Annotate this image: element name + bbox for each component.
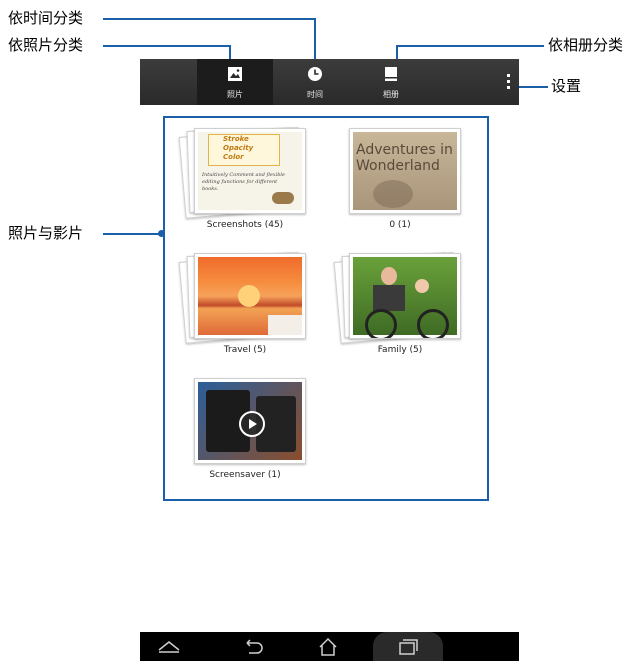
notes-line: Color bbox=[223, 153, 244, 161]
album-cover: Adventures in Wonderland bbox=[349, 128, 461, 214]
tab-photos[interactable]: 照片 bbox=[197, 59, 273, 105]
annotation-by-time: 依时间分类 bbox=[8, 9, 84, 27]
overflow-dot bbox=[507, 80, 510, 83]
photo-icon bbox=[227, 66, 243, 86]
bike-wheel bbox=[417, 309, 449, 338]
play-button-icon bbox=[239, 411, 265, 437]
chevron-up-icon bbox=[155, 638, 183, 658]
sun-shape bbox=[238, 285, 260, 307]
back-icon bbox=[241, 638, 265, 660]
album-caption: Screenshots (45) bbox=[206, 220, 284, 230]
sunset-thumbnail bbox=[198, 257, 302, 335]
overflow-dot bbox=[507, 74, 510, 77]
album-caption: Screensaver (1) bbox=[209, 470, 281, 480]
recents-icon bbox=[397, 638, 419, 660]
annotation-settings: 设置 bbox=[551, 77, 582, 95]
annotation-photos-videos: 照片与影片 bbox=[8, 224, 84, 242]
recents-button[interactable] bbox=[373, 632, 443, 661]
leader-line-photo bbox=[103, 45, 231, 47]
tab-photos-label: 照片 bbox=[227, 90, 243, 99]
tab-albums[interactable]: 相册 bbox=[353, 59, 429, 105]
album-cover bbox=[194, 253, 306, 339]
person-body bbox=[373, 285, 405, 311]
home-button[interactable] bbox=[305, 632, 351, 661]
album-thumbnail-stack: Adventures in Wonderland bbox=[335, 126, 465, 218]
notes-panel: Stroke Opacity Color bbox=[208, 134, 280, 166]
notes-thumbnail: Stroke Opacity Color Intuitively Comment… bbox=[198, 132, 302, 210]
album-caption: 0 (1) bbox=[389, 220, 411, 230]
overflow-menu-button[interactable] bbox=[498, 59, 519, 105]
leader-line-photos-videos bbox=[103, 233, 163, 235]
tab-time[interactable]: 时间 bbox=[277, 59, 353, 105]
child-head bbox=[415, 279, 429, 293]
person-head bbox=[381, 267, 397, 285]
leader-line-time bbox=[103, 18, 315, 20]
annotation-by-album: 依相册分类 bbox=[548, 36, 624, 54]
bike-wheel bbox=[365, 309, 397, 338]
tab-albums-label: 相册 bbox=[383, 90, 399, 99]
overflow-dot bbox=[507, 86, 510, 89]
wonderland-thumbnail: Adventures in Wonderland bbox=[353, 132, 457, 210]
leader-line-album bbox=[396, 45, 544, 47]
pen-drawing bbox=[272, 192, 294, 204]
albums-grid: Stroke Opacity Color Intuitively Comment… bbox=[163, 116, 489, 501]
family-thumbnail bbox=[353, 257, 457, 338]
album-thumbnail-stack bbox=[333, 251, 465, 344]
home-icon bbox=[317, 637, 339, 661]
system-nav-bar bbox=[140, 632, 519, 661]
notes-line: editing functions for different bbox=[202, 179, 278, 185]
album-cover: Stroke Opacity Color Intuitively Comment… bbox=[194, 128, 306, 214]
clock-icon bbox=[307, 66, 323, 86]
album-cover bbox=[349, 253, 461, 339]
album-thumbnail-stack: Stroke Opacity Color Intuitively Comment… bbox=[178, 126, 310, 219]
hide-nav-button[interactable] bbox=[146, 632, 192, 661]
screensaver-thumbnail bbox=[198, 382, 302, 460]
notes-handwriting: Intuitively Comment and flexible editing… bbox=[202, 172, 302, 193]
action-bar: 照片 时间 相册 bbox=[140, 59, 519, 105]
wonderland-text: Adventures in Wonderland bbox=[356, 142, 453, 174]
album-caption: Family (5) bbox=[377, 345, 423, 355]
annotation-by-photo: 依照片分类 bbox=[8, 36, 84, 54]
building-shape bbox=[268, 315, 302, 335]
tab-time-label: 时间 bbox=[307, 90, 323, 99]
notes-line: Intuitively Comment and flexible bbox=[202, 172, 285, 178]
album-icon bbox=[383, 66, 399, 86]
leader-line-settings bbox=[514, 86, 548, 88]
album-cover bbox=[194, 378, 306, 464]
album-thumbnail-stack bbox=[180, 376, 310, 468]
notes-line: Stroke bbox=[223, 135, 249, 143]
back-button[interactable] bbox=[230, 632, 276, 661]
album-caption: Travel (5) bbox=[223, 345, 267, 355]
illustration-shape bbox=[373, 180, 413, 208]
album-thumbnail-stack bbox=[178, 251, 310, 344]
notes-line: Opacity bbox=[223, 144, 254, 152]
